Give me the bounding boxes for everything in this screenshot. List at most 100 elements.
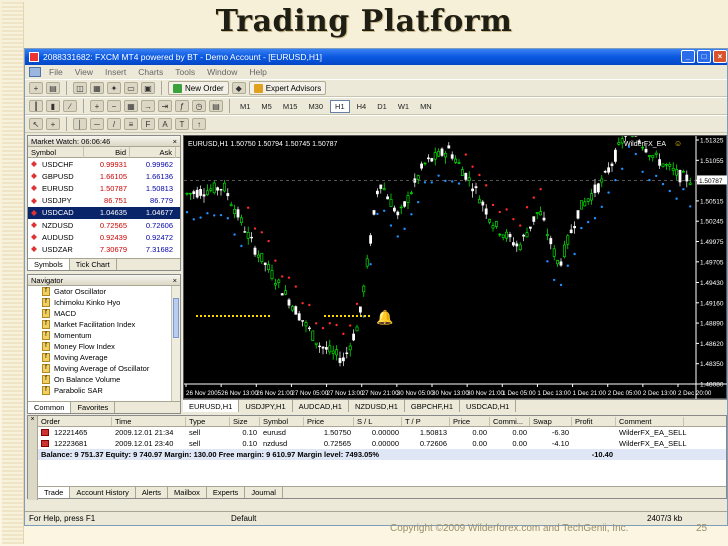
menu-insert[interactable]: Insert (105, 67, 126, 77)
templates-icon[interactable]: ▤ (209, 100, 223, 112)
navigator-item[interactable]: f Market Facilitation Index (28, 319, 180, 330)
navigator-item[interactable]: f Moving Average of Oscillator (28, 363, 180, 374)
navigator-item[interactable]: f On Balance Volume (28, 374, 180, 385)
maximize-button[interactable]: □ (697, 50, 711, 63)
minimize-button[interactable]: _ (681, 50, 695, 63)
strategy-tester-icon[interactable]: ▣ (141, 82, 155, 94)
column-header[interactable]: Price (304, 416, 354, 426)
market-watch-row[interactable]: AUDUSD 0.92439 0.92472 (28, 231, 180, 243)
market-watch-icon[interactable]: ◫ (73, 82, 87, 94)
tab-favorites[interactable]: Favorites (71, 402, 116, 413)
fibonacci-icon[interactable]: F (141, 118, 155, 130)
terminal-tab[interactable]: Trade (38, 487, 71, 498)
cursor-icon[interactable]: ↖ (29, 118, 43, 130)
chart-canvas[interactable]: 1.51325 1.51055 1.50787 1.50515 1.50245 1.499… (184, 136, 728, 400)
terminal-tab[interactable]: Journal (245, 487, 283, 498)
timeframe-m5[interactable]: M5 (257, 101, 275, 112)
market-watch-row[interactable]: USDZAR 7.30679 7.31682 (28, 243, 180, 255)
tab-tick-chart[interactable]: Tick Chart (70, 259, 117, 270)
vertical-line-icon[interactable]: │ (73, 118, 87, 130)
market-watch-row[interactable]: NZDUSD 0.72565 0.72606 (28, 219, 180, 231)
column-header[interactable]: Profit (572, 416, 616, 426)
channel-icon[interactable]: ≡ (124, 118, 138, 130)
chart-tab[interactable]: USDJPY,H1 (239, 400, 293, 412)
navigator-item[interactable]: f Gator Oscillator (28, 286, 180, 297)
periods-icon[interactable]: ◷ (192, 100, 206, 112)
market-watch-row[interactable]: USDCAD 1.04635 1.04677 (28, 206, 180, 219)
column-header[interactable]: T / P (402, 416, 450, 426)
column-header[interactable]: Swap (530, 416, 572, 426)
label-icon[interactable]: T (175, 118, 189, 130)
menu-view[interactable]: View (75, 67, 93, 77)
navigator-icon[interactable]: ✦ (107, 82, 121, 94)
text-icon[interactable]: A (158, 118, 172, 130)
indicators-icon[interactable]: ƒ (175, 100, 189, 112)
chart-shift-icon[interactable]: ⇥ (158, 100, 172, 112)
column-header[interactable]: Comment (616, 416, 684, 426)
timeframe-m1[interactable]: M1 (236, 101, 254, 112)
column-header[interactable]: Size (230, 416, 260, 426)
timeframe-m15[interactable]: M15 (279, 101, 302, 112)
close-icon[interactable]: × (28, 416, 37, 423)
column-header[interactable]: S / L (354, 416, 402, 426)
horizontal-line-icon[interactable]: ─ (90, 118, 104, 130)
navigator-item[interactable]: f MACD (28, 308, 180, 319)
arrows-icon[interactable]: ↑ (192, 118, 206, 130)
timeframe-h4[interactable]: H4 (353, 101, 371, 112)
chart-tab[interactable]: AUDCAD,H1 (293, 400, 349, 412)
navigator-item[interactable]: f Momentum (28, 330, 180, 341)
market-watch-row[interactable]: EURUSD 1.50787 1.50813 (28, 182, 180, 194)
terminal-tab[interactable]: Experts (207, 487, 246, 498)
terminal-tab[interactable]: Mailbox (168, 487, 207, 498)
column-header[interactable]: Price (450, 416, 490, 426)
menu-file[interactable]: File (49, 67, 63, 77)
menu-window[interactable]: Window (207, 67, 237, 77)
col-bid[interactable]: Bid (84, 147, 130, 158)
order-row[interactable]: 12223681 2009.12.01 23:40 sell 0.10 nzdusd 0.… (38, 438, 726, 449)
chart-tab[interactable]: GBPCHF,H1 (405, 400, 460, 412)
timeframe-d1[interactable]: D1 (373, 101, 391, 112)
timeframe-m30[interactable]: M30 (304, 101, 327, 112)
tab-symbols[interactable]: Symbols (28, 259, 70, 270)
new-order-button[interactable]: New Order (168, 81, 229, 95)
autoscroll-icon[interactable]: → (141, 100, 155, 112)
terminal-tab[interactable]: Alerts (136, 487, 169, 498)
column-header[interactable]: Order (38, 416, 112, 426)
market-watch-row[interactable]: GBPUSD 1.66105 1.66136 (28, 170, 180, 182)
chart-tab[interactable]: EURUSD,H1 (183, 400, 240, 412)
market-watch-row[interactable]: USDCHF 0.99931 0.99962 (28, 158, 180, 170)
new-chart-icon[interactable]: + (29, 82, 43, 94)
bar-chart-icon[interactable]: ┃ (29, 100, 43, 112)
price-chart[interactable]: 1.51325 1.51055 1.50787 1.50515 1.50245 1.499… (183, 135, 728, 400)
candlestick-icon[interactable]: ▮ (46, 100, 60, 112)
profiles-icon[interactable]: ▤ (46, 82, 60, 94)
timeframe-w1[interactable]: W1 (394, 101, 413, 112)
navigator-item[interactable]: f Moving Average (28, 352, 180, 363)
zoom-in-icon[interactable]: + (90, 100, 104, 112)
col-symbol[interactable]: Symbol (28, 147, 84, 158)
meta-editor-icon[interactable]: ◆ (231, 82, 246, 94)
timeframe-h1[interactable]: H1 (330, 99, 350, 113)
trendline-icon[interactable]: / (107, 118, 121, 130)
column-header[interactable]: Type (186, 416, 230, 426)
col-ask[interactable]: Ask (130, 147, 176, 158)
menu-tools[interactable]: Tools (175, 67, 195, 77)
terminal-icon[interactable]: ▭ (124, 82, 138, 94)
timeframe-mn[interactable]: MN (416, 101, 436, 112)
expert-advisors-button[interactable]: Expert Advisors (248, 81, 327, 95)
close-button[interactable]: × (713, 50, 727, 63)
order-row[interactable]: 12221465 2009.12.01 21:34 sell 0.10 eurusd 1.… (38, 427, 726, 438)
tab-common[interactable]: Common (28, 402, 72, 413)
menu-help[interactable]: Help (249, 67, 266, 77)
terminal-tab[interactable]: Account History (70, 487, 136, 498)
close-icon[interactable]: × (173, 137, 177, 146)
chart-tab[interactable]: USDCAD,H1 (460, 400, 517, 412)
column-header[interactable]: Commi... (490, 416, 530, 426)
navigator-scrollbar[interactable] (171, 286, 180, 401)
chart-tab[interactable]: NZDUSD,H1 (349, 400, 405, 412)
market-watch-row[interactable]: USDJPY 86.751 86.779 (28, 195, 180, 207)
navigator-item[interactable]: f Parabolic SAR (28, 385, 180, 396)
data-window-icon[interactable]: ▦ (90, 82, 104, 94)
column-header[interactable]: Symbol (260, 416, 304, 426)
tile-windows-icon[interactable]: ▦ (124, 100, 138, 112)
